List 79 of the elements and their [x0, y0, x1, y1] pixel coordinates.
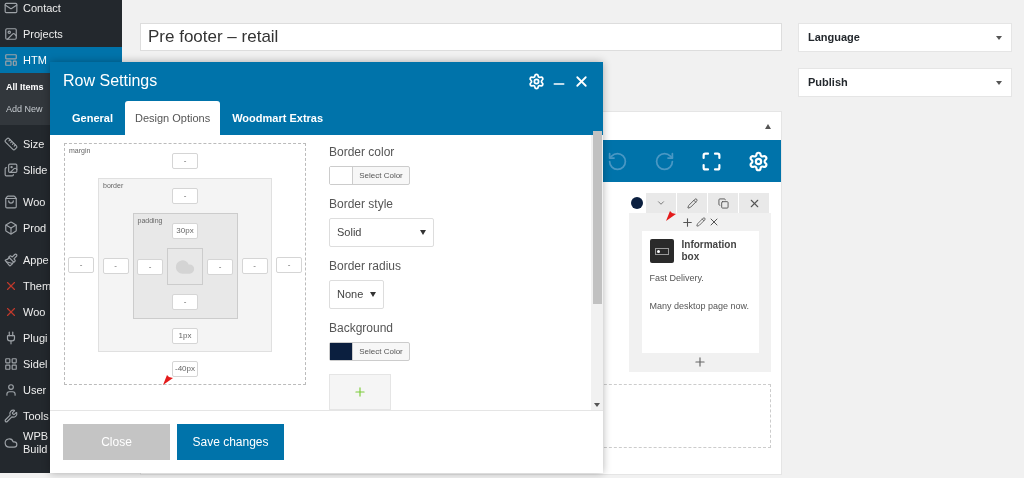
spacing-input[interactable]: -40px: [172, 361, 198, 377]
copy-icon: [717, 197, 729, 209]
spacing-input[interactable]: -: [276, 257, 302, 273]
sidebar-item[interactable]: Sidel: [0, 351, 49, 377]
meta-box-header[interactable]: Language: [798, 23, 1012, 52]
caret-icon: [420, 230, 426, 235]
layout-icon: [4, 53, 18, 67]
sidebar-item[interactable]: Plugi: [0, 325, 49, 351]
delete-button[interactable]: [739, 193, 769, 213]
spacing-input[interactable]: -: [172, 294, 198, 310]
field-label: Border style: [329, 196, 395, 213]
settings-icon[interactable]: [528, 72, 545, 90]
box-icon: [4, 221, 18, 235]
dialog-title: Row Settings: [63, 71, 158, 91]
image-icon: [4, 27, 18, 41]
field-label: Border color: [329, 144, 396, 161]
images-icon: [4, 163, 18, 177]
info-box-icon: [649, 239, 674, 263]
cloud-icon: [4, 436, 18, 450]
sidebar-item[interactable]: Them: [0, 273, 53, 299]
sidebar-item[interactable]: Slide: [0, 157, 49, 183]
sidebar-item[interactable]: User: [0, 377, 48, 403]
spacing-input[interactable]: -: [68, 257, 94, 273]
edit-button[interactable]: [677, 193, 707, 213]
sidebar-item[interactable]: Projects: [0, 21, 64, 47]
color-picker[interactable]: Select Color: [329, 166, 410, 185]
collapse-icon[interactable]: [765, 123, 771, 129]
pencil-icon[interactable]: [695, 217, 706, 227]
wrench-icon: [4, 409, 18, 423]
pencil-icon: [686, 197, 698, 209]
field-label: Border radius: [329, 258, 403, 275]
element-card[interactable]: Information box Fast Delivery. Many desktop page now.: [641, 231, 759, 353]
sidebar-item[interactable]: Tools: [0, 403, 50, 429]
field-label: Background: [329, 320, 395, 337]
spacing-input[interactable]: -: [172, 188, 198, 204]
element-title: Information box: [681, 239, 738, 263]
sidebar-item[interactable]: Appe: [0, 247, 50, 273]
bag-icon: [4, 195, 18, 209]
paintbrush-icon: [4, 253, 18, 267]
cross-icon: [4, 279, 18, 293]
plus-icon[interactable]: [680, 215, 694, 229]
meta-box-header[interactable]: Publish: [798, 68, 1012, 97]
grid-icon: [4, 357, 18, 371]
caret-icon: [996, 80, 1002, 85]
spacing-input[interactable]: 30px: [172, 223, 198, 239]
spacing-input[interactable]: -: [207, 258, 233, 275]
spacing-input[interactable]: -: [241, 258, 268, 274]
save-button[interactable]: Save changes: [177, 424, 284, 460]
cross-icon: [4, 305, 18, 319]
fullscreen-icon[interactable]: [701, 150, 722, 172]
plus-icon: [353, 385, 367, 399]
pointer-arrow-icon: [163, 375, 173, 385]
tab[interactable]: General: [62, 101, 123, 135]
spacing-input[interactable]: -: [137, 258, 163, 275]
tab[interactable]: Woodmart Extras: [222, 101, 334, 135]
sidebar-item[interactable]: Prod: [0, 215, 48, 241]
color-picker[interactable]: Select Color: [329, 342, 410, 361]
caret-icon: [656, 198, 666, 208]
caret-icon: [996, 35, 1002, 40]
sidebar-item[interactable]: Contact: [0, 0, 62, 21]
settings-icon[interactable]: [748, 150, 769, 172]
select-field[interactable]: None: [329, 280, 384, 309]
select-field[interactable]: Solid: [329, 218, 434, 247]
tab[interactable]: Design Options: [124, 101, 221, 135]
plug-icon: [4, 331, 18, 345]
sidebar-item[interactable]: Woo: [0, 189, 47, 215]
spacing-input[interactable]: -: [102, 258, 129, 274]
pointer-arrow-icon: [666, 211, 676, 221]
caret-icon: [370, 292, 376, 297]
element-text: Fast Delivery.: [649, 272, 705, 285]
user-icon: [4, 383, 18, 397]
title-field[interactable]: Pre footer – retail: [140, 23, 782, 51]
sidebar-item[interactable]: Size: [0, 131, 46, 157]
spacing-input[interactable]: 1px: [172, 328, 198, 344]
mail-icon: [4, 1, 18, 15]
element-text: Many desktop page now.: [649, 300, 751, 313]
spacing-input[interactable]: -: [172, 153, 198, 169]
sidebar-item[interactable]: Woo: [0, 299, 47, 325]
ruler-icon: [4, 137, 18, 151]
